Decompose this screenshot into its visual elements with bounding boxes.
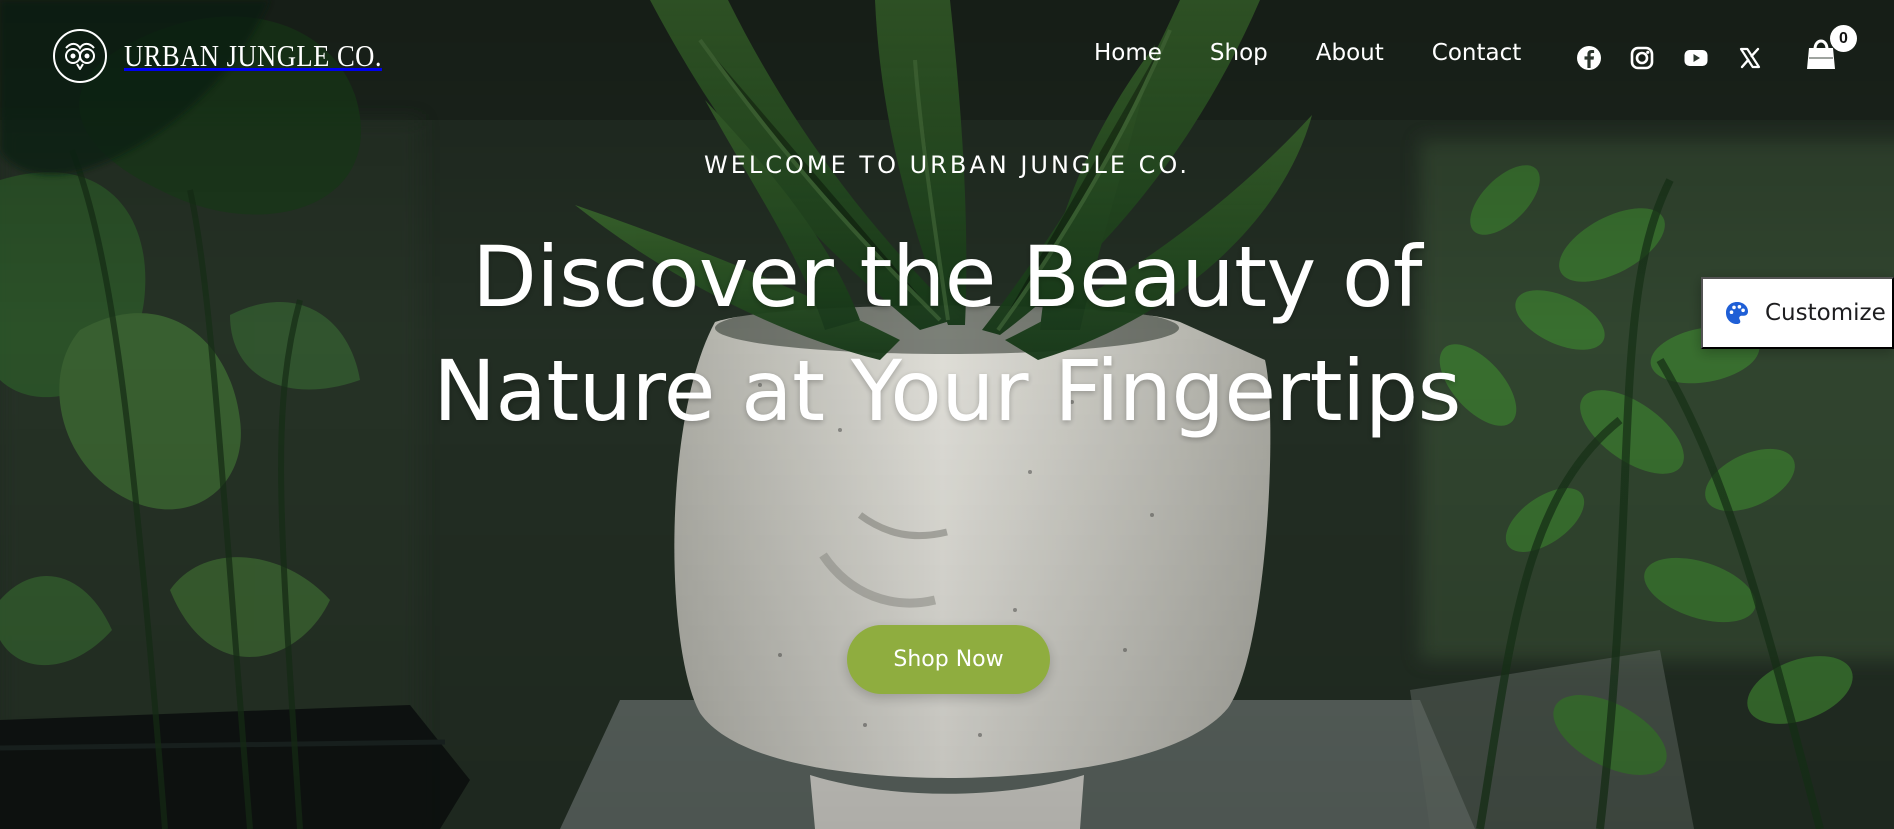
- customize-panel-button[interactable]: Customize: [1701, 277, 1894, 349]
- brand-name: URBAN JUNGLE CO.: [124, 38, 382, 73]
- nav-about-link[interactable]: About: [1316, 40, 1384, 66]
- hero-section: URBAN JUNGLE CO. Home Shop About Contact: [0, 0, 1894, 829]
- owl-logo-icon: [53, 29, 107, 83]
- x-twitter-icon[interactable]: [1736, 44, 1764, 72]
- primary-navigation: Home Shop About Contact: [1094, 40, 1521, 66]
- palette-icon: [1726, 302, 1748, 324]
- shop-now-button[interactable]: Shop Now: [847, 625, 1050, 694]
- youtube-icon[interactable]: [1682, 44, 1710, 72]
- cart-count-badge: 0: [1830, 25, 1857, 52]
- facebook-icon[interactable]: [1575, 44, 1603, 72]
- hero-eyebrow: WELCOME TO URBAN JUNGLE CO.: [704, 151, 1190, 179]
- nav-shop-link[interactable]: Shop: [1210, 40, 1268, 66]
- brand-logo-link[interactable]: URBAN JUNGLE CO.: [52, 28, 424, 84]
- customize-label: Customize: [1765, 300, 1886, 326]
- hero-headline: Discover the Beauty of Nature at Your Fi…: [433, 228, 1461, 440]
- nav-contact-link[interactable]: Contact: [1432, 40, 1521, 66]
- instagram-icon[interactable]: [1628, 44, 1656, 72]
- nav-home-link[interactable]: Home: [1094, 40, 1162, 66]
